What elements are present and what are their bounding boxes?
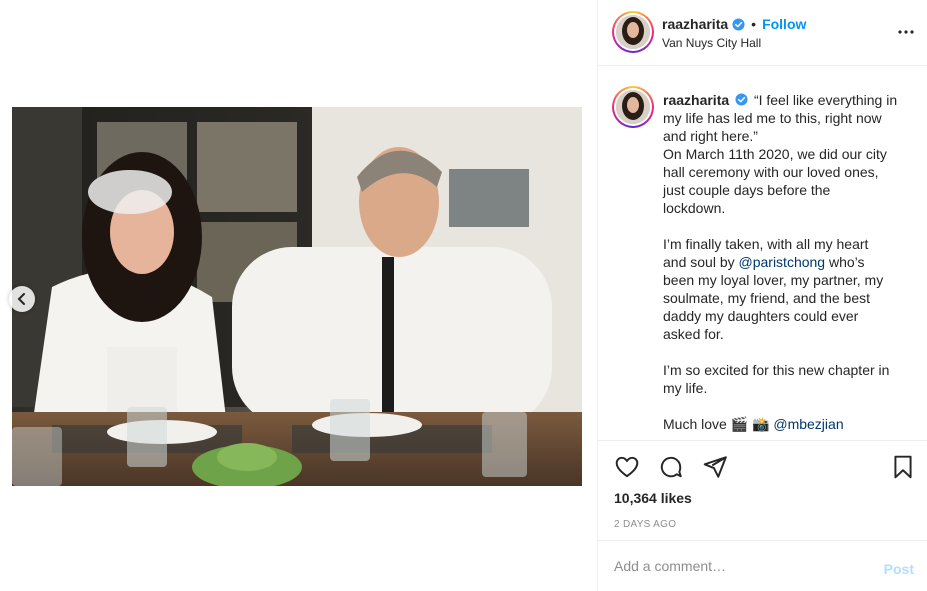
like-count[interactable]: 10,364 likes	[614, 490, 692, 506]
post-comment-button[interactable]: Post	[884, 561, 914, 577]
post-side-pane: raazharita • Follow Van Nuys City Hall r…	[597, 0, 927, 591]
bookmark-icon[interactable]	[890, 454, 916, 480]
heart-icon[interactable]	[614, 454, 640, 480]
caption-line: asked for.	[663, 326, 724, 342]
post-photo-illustration	[12, 107, 582, 486]
caption-line: “I feel like everything in	[753, 92, 898, 108]
post-header: raazharita • Follow Van Nuys City Hall	[598, 0, 927, 66]
caption-text: raazharita “I feel like everything in my…	[663, 91, 911, 433]
caption-line: daddy my daughters could ever	[663, 308, 859, 324]
caption-line: and soul by @paristchong who’s	[663, 253, 911, 271]
action-bar: 10,364 likes 2 DAYS AGO	[598, 440, 927, 540]
carousel-prev-button[interactable]	[9, 286, 35, 312]
caption-text-fragment: Much love	[663, 416, 731, 432]
location-link[interactable]: Van Nuys City Hall	[662, 36, 761, 50]
caption-text-fragment: who’s	[825, 254, 865, 270]
verified-badge-icon	[732, 17, 745, 31]
avatar[interactable]	[612, 11, 654, 53]
caption-section: raazharita “I feel like everything in my…	[598, 67, 927, 439]
header-username[interactable]: raazharita	[662, 16, 728, 32]
follow-button[interactable]: Follow	[762, 16, 806, 32]
comment-icon[interactable]	[658, 454, 684, 480]
mention-link[interactable]: @mbezjian	[773, 416, 843, 432]
caption-line: Much love 🎬 📸 @mbezjian	[663, 415, 911, 433]
avatar-image	[616, 15, 650, 49]
share-icon[interactable]	[702, 454, 728, 480]
caption-line: and right here.”	[663, 128, 758, 144]
caption-line: hall ceremony with our loved ones,	[663, 164, 879, 180]
caption-text-fragment: and soul by	[663, 254, 739, 270]
caption-line: I’m so excited for this new chapter in	[663, 362, 890, 378]
post-photo[interactable]	[12, 107, 582, 486]
chevron-left-icon	[17, 293, 25, 305]
caption-line: just couple days before the	[663, 182, 831, 198]
caption-line: On March 11th 2020, we did our city	[663, 146, 887, 162]
caption-line: my life has led me to this, right now	[663, 110, 882, 126]
caption-line: I’m finally taken, with all my heart	[663, 236, 869, 252]
caption-avatar-image	[616, 90, 650, 124]
caption-line: soulmate, my friend, and the best	[663, 290, 870, 306]
caption-username[interactable]: raazharita	[663, 92, 729, 108]
caption-line: my life.	[663, 380, 708, 396]
caption-line: lockdown.	[663, 200, 726, 216]
verified-badge-icon	[735, 93, 748, 106]
separator-dot: •	[751, 16, 757, 32]
caption-line: been my loyal lover, my partner, my	[663, 272, 884, 288]
mention-link[interactable]: @paristchong	[739, 254, 826, 270]
caption-avatar[interactable]	[612, 86, 654, 128]
comment-form: Post	[598, 540, 927, 591]
more-icon[interactable]	[896, 22, 916, 42]
post-timestamp[interactable]: 2 DAYS AGO	[614, 519, 676, 530]
header-name-row: raazharita • Follow	[662, 16, 806, 32]
comment-input[interactable]	[614, 554, 864, 578]
media-pane	[0, 0, 597, 591]
caption-emoji: 🎬 📸	[730, 416, 770, 432]
